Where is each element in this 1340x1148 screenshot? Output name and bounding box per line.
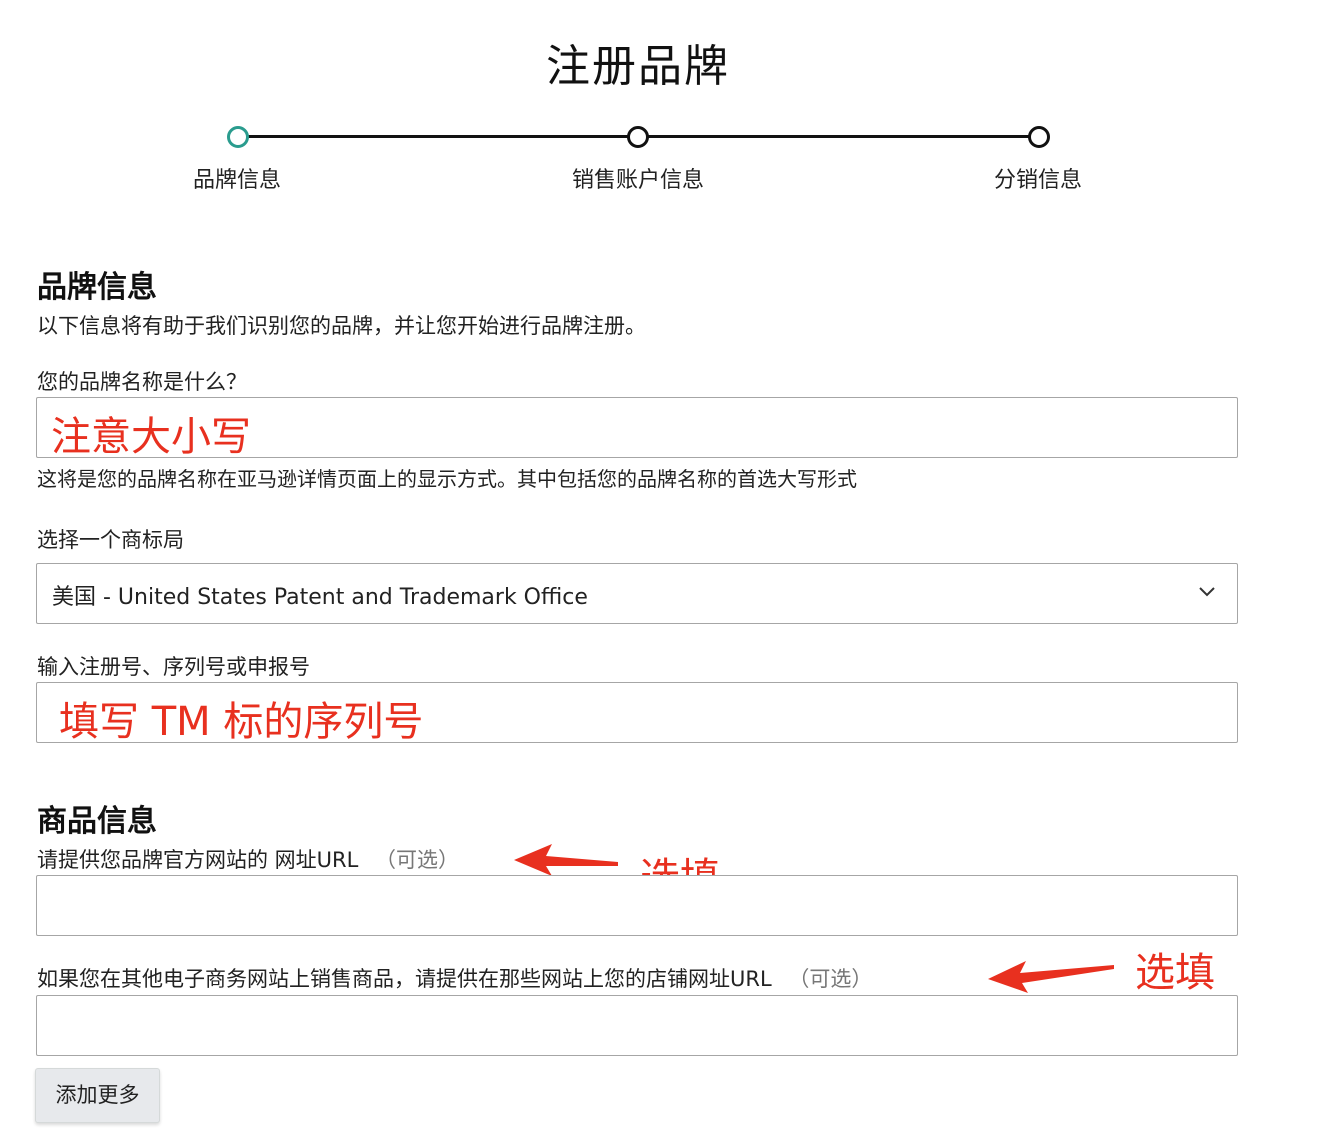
store-url-input[interactable] [36,995,1238,1056]
step-label-sales-account: 销售账户信息 [571,168,704,193]
page-title: 注册品牌 [546,41,730,92]
store-url-optional: （可选） [788,967,873,991]
step-marker-distribution[interactable] [1028,126,1050,148]
step-marker-sales-account[interactable] [627,126,649,148]
website-url-label-row: 请提供您品牌官方网站的 网址URL （可选） [37,844,459,874]
brand-name-annotation: 注意大小写 [51,414,251,460]
step-marker-brand-info[interactable] [227,126,249,148]
registration-number-label: 输入注册号、序列号或申报号 [37,655,310,679]
chevron-down-icon [1199,587,1215,597]
store-url-label: 如果您在其他电子商务网站上销售商品，请提供在那些网站上您的店铺网址URL [37,967,772,991]
website-url-label: 请提供您品牌官方网站的 网址URL [37,848,359,872]
step-label-brand-info: 品牌信息 [192,168,281,193]
brand-section-title: 品牌信息 [37,270,157,305]
brand-section-description: 以下信息将有助于我们识别您的品牌，并让您开始进行品牌注册。 [37,314,646,338]
brand-name-help: 这将是您的品牌名称在亚马逊详情页面上的显示方式。其中包括您的品牌名称的首选大写形… [37,467,857,491]
registration-number-input[interactable]: 填写 TM 标的序列号 [36,682,1238,745]
product-section-title: 商品信息 [37,804,157,839]
trademark-office-selected: 美国 - United States Patent and Trademark … [52,585,588,610]
website-url-input[interactable] [36,875,1238,936]
website-url-optional: （可选） [375,848,460,872]
step-connector [245,135,630,138]
trademark-office-select[interactable]: 美国 - United States Patent and Trademark … [36,563,1238,624]
trademark-office-label: 选择一个商标局 [37,528,184,552]
step-label-distribution: 分销信息 [993,168,1082,193]
brand-name-input[interactable]: 注意大小写 [36,397,1238,460]
registration-number-annotation: 填写 TM 标的序列号 [59,699,424,745]
store-url-annotation: 选填 [1135,950,1215,996]
red-arrow-icon [514,844,618,876]
store-url-label-row: 如果您在其他电子商务网站上销售商品，请提供在那些网站上您的店铺网址URL （可选… [37,963,872,993]
brand-name-label: 您的品牌名称是什么？ [37,370,247,394]
step-connector [646,135,1031,138]
add-more-button[interactable]: 添加更多 [35,1068,160,1123]
red-arrow-icon [988,961,1114,993]
